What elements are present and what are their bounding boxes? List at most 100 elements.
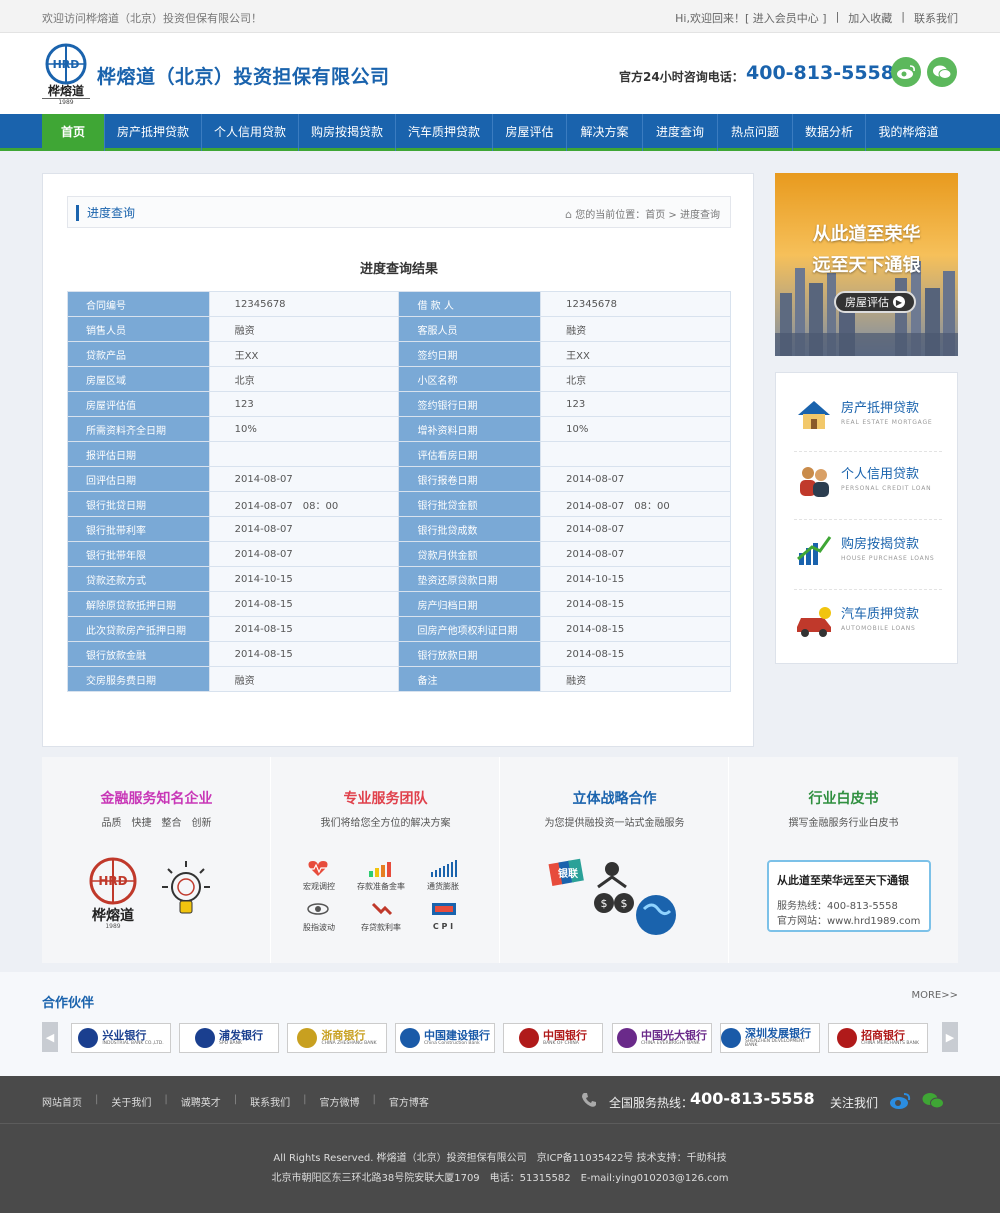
site-header: HRD 桦熔道 1989 桦熔道（北京）投资担保有限公司 官方24小时咨询电话：… — [0, 33, 1000, 114]
service-hotline-number: 400-813-5558 — [690, 1089, 815, 1108]
prev-arrow-icon[interactable]: ◀ — [42, 1022, 58, 1052]
footer-link[interactable]: 联系我们 — [237, 1094, 303, 1109]
nav-item[interactable]: 数据分析 — [793, 114, 866, 151]
nav-item[interactable]: 房屋评估 — [493, 114, 567, 151]
bank-name-block: 中国银行 BANK OF CHINA — [543, 1030, 587, 1047]
table-row: 房屋评估值 123 签约银行日期 123 — [67, 391, 731, 417]
current-location: ⌂ 您的当前位置：首页 > 进度查询 — [565, 206, 720, 221]
partner-bank-logo[interactable]: 中国建设银行 China Construction Bank — [395, 1023, 495, 1053]
field-label: 垫资还原贷款日期 — [398, 566, 542, 592]
weibo-icon[interactable] — [891, 57, 921, 87]
nav-item[interactable]: 房产抵押贷款 — [105, 114, 202, 151]
field-value — [208, 441, 400, 467]
partner-bank-logo[interactable]: 中国光大银行 CHINA EVERBRIGHT BANK — [612, 1023, 712, 1053]
field-value: 2014-08-15 — [208, 641, 400, 667]
field-value — [540, 441, 731, 467]
company-logo[interactable]: HRD 桦熔道 1989 — [42, 43, 90, 106]
table-row: 解除原贷款抵押日期 2014-08-15 房产归档日期 2014-08-15 — [67, 591, 731, 617]
footer-link[interactable]: 官方博客 — [376, 1094, 442, 1109]
whitepaper-site: 官方网站：www.hrd1989.com — [777, 916, 921, 927]
section-title: 进度查询 — [76, 205, 135, 221]
field-value: 2014-08-07 — [208, 541, 400, 567]
partner-bank-logo[interactable]: 中国银行 BANK OF CHINA — [503, 1023, 603, 1053]
arrow-down-icon — [371, 902, 393, 916]
field-label: 银行批带利率 — [67, 516, 210, 542]
field-label: 交房服务费日期 — [67, 666, 210, 692]
table-row: 此次贷款房产抵押日期 2014-08-15 回房产他项权利证日期 2014-08-15 — [67, 616, 731, 642]
bank-name-block: 兴业银行 INDUSTRIAL BANK CO.,LTD. — [102, 1030, 163, 1047]
field-label: 银行批带年限 — [67, 541, 210, 567]
bookmark-link[interactable]: 加入收藏 — [839, 10, 901, 26]
partner-bank-logo[interactable]: 浙商银行 CHINA ZHESHANG BANK — [287, 1023, 387, 1053]
house-assessment-button[interactable]: 房屋评估 ▶ — [834, 291, 916, 313]
service-title: 购房按揭贷款 — [841, 537, 920, 552]
field-label: 贷款月供金额 — [398, 541, 542, 567]
whitepaper-card[interactable]: 从此道至荣华远至天下通银 服务热线：400-813-5558 官方网站：www.… — [767, 860, 931, 932]
side-banner[interactable]: 从此道至荣华 远至天下通银 房屋评估 ▶ — [775, 173, 958, 356]
field-label: 银行放款日期 — [398, 641, 542, 667]
service-title: 房产抵押贷款 — [841, 401, 920, 416]
table-row: 银行放款金融 2014-08-15 银行放款日期 2014-08-15 — [67, 641, 731, 667]
field-value: 2014-08-15 — [208, 591, 400, 617]
field-value: 2014-08-07 — [208, 466, 400, 492]
service-personal-credit[interactable]: 个人信用贷款 PERSONAL CREDIT LOAN — [794, 461, 944, 511]
next-arrow-icon[interactable]: ▶ — [942, 1022, 958, 1052]
nav-item[interactable]: 解决方案 — [567, 114, 643, 151]
field-value: 2014-08-15 — [540, 616, 731, 642]
logo-year: 1989 — [42, 98, 90, 106]
partner-bank-logo[interactable]: 兴业银行 INDUSTRIAL BANK CO.,LTD. — [71, 1023, 171, 1053]
field-label: 银行批贷金额 — [398, 491, 542, 517]
hotline-number: 400-813-5558 — [746, 62, 894, 84]
field-value: 2014-08-07 — [540, 541, 731, 567]
member-center-link[interactable]: [ 进入会员中心 ] — [745, 10, 836, 26]
footer-link[interactable]: 网站首页 — [42, 1094, 95, 1109]
bank-emblem-icon — [721, 1028, 741, 1048]
nav-item[interactable]: 进度查询 — [643, 114, 718, 151]
service-mortgage[interactable]: 房产抵押贷款 REAL ESTATE MORTGAGE — [794, 395, 944, 445]
arrow-right-icon: ▶ — [893, 296, 905, 308]
field-value: 2014-10-15 — [208, 566, 400, 592]
partner-bank-logo[interactable]: 招商银行 CHINA MERCHANTS BANK — [828, 1023, 928, 1053]
bank-name-block: 浙商银行 CHINA ZHESHANG BANK — [321, 1030, 376, 1047]
table-row: 交房服务费日期 融资 备注 融资 — [67, 666, 731, 692]
nav-item[interactable]: 个人信用贷款 — [202, 114, 299, 151]
nav-item[interactable]: 热点问题 — [718, 114, 793, 151]
field-label: 签约日期 — [398, 341, 542, 367]
service-subtitle: AUTOMOBILE LOANS — [841, 625, 916, 632]
footer-link[interactable]: 关于我们 — [98, 1094, 164, 1109]
nav-item[interactable]: 我的桦熔道 — [866, 114, 951, 151]
logo-text: 桦熔道 — [91, 907, 134, 924]
welcome-text: 欢迎访问桦熔道（北京）投资但保有限公司！ — [42, 12, 262, 25]
nav-item[interactable]: 购房按揭贷款 — [299, 114, 396, 151]
weibo-icon[interactable] — [889, 1092, 911, 1110]
more-link[interactable]: MORE>> — [911, 990, 958, 1001]
company-name: 桦熔道（北京）投资担保有限公司 — [97, 66, 390, 88]
logo-year: 1989 — [105, 923, 120, 929]
footer-link[interactable]: 官方微博 — [307, 1094, 373, 1109]
service-auto[interactable]: 汽车质押贷款 AUTOMOBILE LOANS — [794, 601, 944, 651]
field-value: 2014-08-07 — [208, 516, 400, 542]
feature-whitepaper: 行业白皮书 撰写金融服务行业白皮书 从此道至荣华远至天下通银 服务热线：400-… — [729, 757, 958, 963]
logo-letters: HRD — [98, 874, 127, 888]
bank-name: 中国银行 — [543, 1028, 587, 1042]
footer-link[interactable]: 诚聘英才 — [168, 1094, 234, 1109]
field-label: 银行放款金融 — [67, 641, 210, 667]
nav-item[interactable]: 首页 — [42, 114, 105, 151]
partner-bank-logo[interactable]: 深圳发展银行 SHENZHEN DEVELOPMENT BANK — [720, 1023, 820, 1053]
field-value: 2014-08-07 08：00 — [540, 491, 731, 517]
field-value: 2014-08-07 — [540, 466, 731, 492]
breadcrumb: 进度查询 ⌂ 您的当前位置：首页 > 进度查询 — [67, 196, 731, 228]
partner-bank-logo[interactable]: 浦发银行 SPD BANK — [179, 1023, 279, 1053]
contact-link[interactable]: 联系我们 — [905, 10, 958, 26]
heartbeat-icon — [308, 861, 328, 876]
service-house-purchase[interactable]: 购房按揭贷款 HOUSE PURCHASE LOANS — [794, 531, 944, 581]
wechat-icon[interactable] — [922, 1091, 944, 1111]
wechat-icon[interactable] — [927, 57, 957, 87]
cpi-icon — [432, 903, 456, 915]
progress-table: 合同编号 12345678 借 款 人 12345678 销售人员 融资 客服人员 融资 贷款产… — [67, 291, 731, 692]
car-icon — [797, 607, 831, 637]
nav-item[interactable]: 汽车质押贷款 — [396, 114, 493, 151]
service-title: 个人信用贷款 — [841, 467, 920, 482]
result-title: 进度查询结果 — [359, 262, 438, 277]
table-row: 合同编号 12345678 借 款 人 12345678 — [67, 291, 731, 317]
